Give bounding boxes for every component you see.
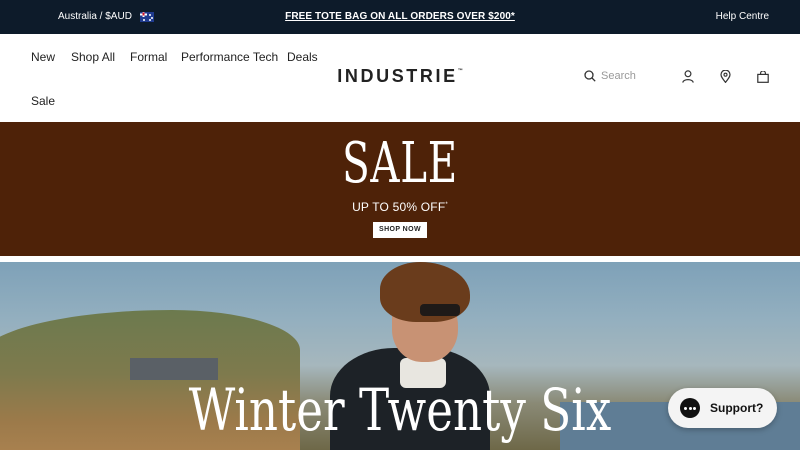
hero-headline: Winter Twenty Six [188,376,612,444]
nav-item-sale[interactable]: Sale [31,94,55,108]
help-centre-link[interactable]: Help Centre [716,11,769,22]
search-box[interactable]: Search [584,70,636,82]
nav-item-new[interactable]: New [31,50,55,64]
sale-subtitle-mark: * [445,202,448,208]
nav-item-performance-tech[interactable]: Performance Tech [181,50,278,64]
account-icon[interactable] [682,70,696,84]
nav-item-formal[interactable]: Formal [130,50,167,64]
logo-trademark: ™ [457,68,463,74]
promo-message: FREE TOTE BAG ON ALL ORDERS OVER $200* [0,11,800,22]
search-placeholder: Search [601,70,636,82]
promo-link[interactable]: FREE TOTE BAG ON ALL ORDERS OVER $200* [285,11,515,22]
sale-subtitle-text: UP TO 50% OFF [352,200,446,214]
sale-title: SALE [342,131,458,196]
store-locator-icon[interactable] [720,69,734,84]
site-logo[interactable]: INDUSTRIE™ [0,66,800,87]
announcement-bar: Australia / $AUD FREE TOTE BAG ON ALL OR… [0,0,800,34]
support-chat-button[interactable]: Support? [668,388,777,428]
sale-subtitle: UP TO 50% OFF* [0,200,800,214]
hero-model-sunglasses [420,304,460,316]
sale-banner[interactable]: SALE UP TO 50% OFF* SHOP NOW [0,122,800,256]
shop-now-button[interactable]: SHOP NOW [373,222,427,238]
search-icon [584,70,596,82]
logo-text: INDUSTRIE [337,66,458,86]
site-header: New Shop All Formal Performance Tech Dea… [0,34,800,122]
chat-bubble-icon [680,398,700,418]
bag-icon[interactable] [757,70,771,84]
support-label: Support? [710,401,764,415]
nav-item-shop-all[interactable]: Shop All [71,50,115,64]
nav-item-deals[interactable]: Deals [287,50,318,64]
